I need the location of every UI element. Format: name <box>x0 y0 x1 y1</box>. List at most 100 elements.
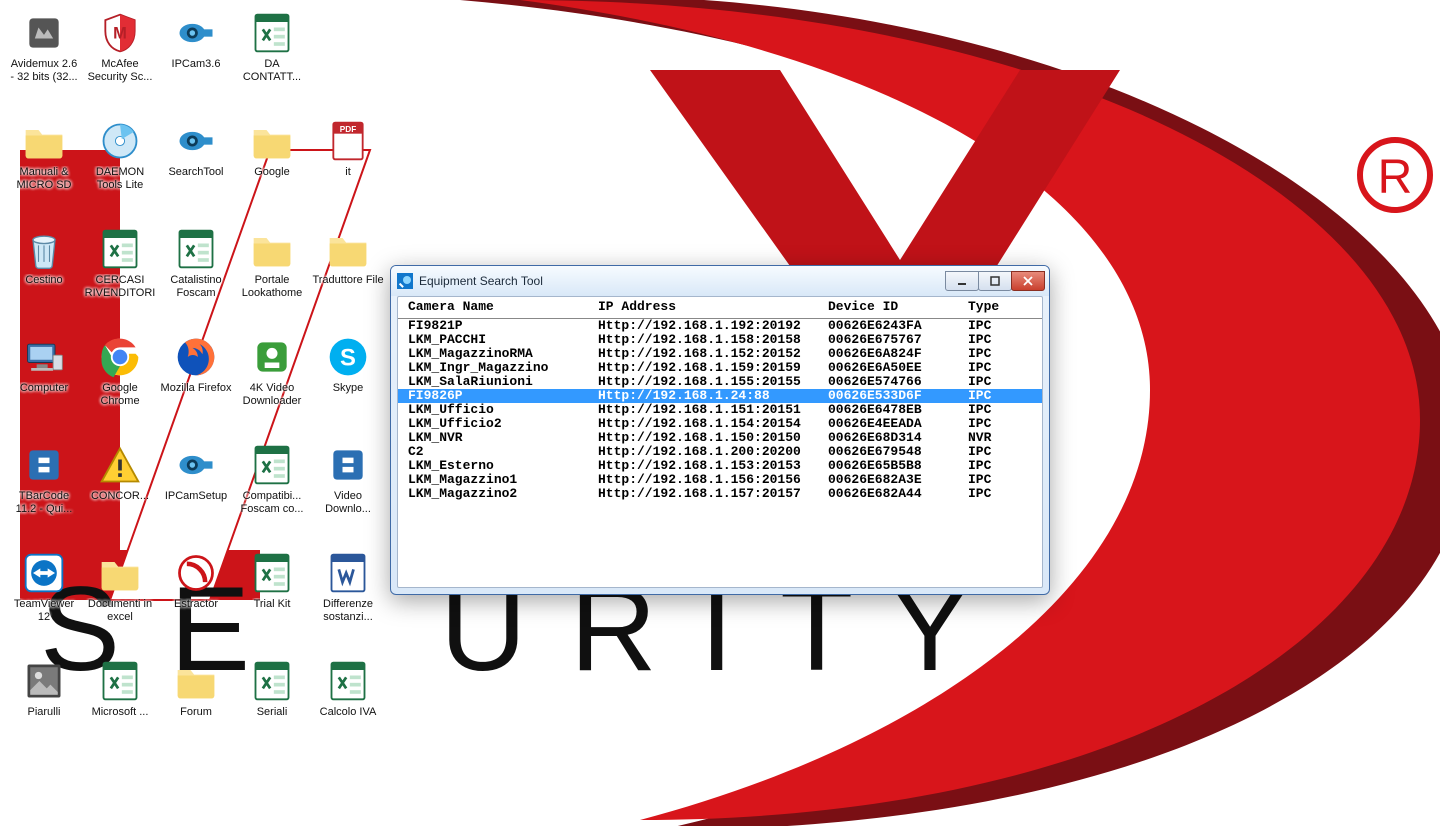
table-row[interactable]: C2Http://192.168.1.200:2020000626E679548… <box>398 445 1042 459</box>
daemon-tools-icon[interactable]: DAEMON Tools Lite <box>82 118 158 218</box>
documenti-excel-icon[interactable]: Documenti in excel <box>82 550 158 650</box>
forum-icon[interactable]: Forum <box>158 658 234 758</box>
cell-camera-name: LKM_PACCHI <box>398 333 588 347</box>
piarulli-icon-label: Piarulli <box>25 706 62 719</box>
table-row[interactable]: LKM_EsternoHttp://192.168.1.153:20153006… <box>398 459 1042 473</box>
differenze-icon[interactable]: Differenze sostanzi... <box>310 550 386 650</box>
col-camera-name[interactable]: Camera Name <box>398 297 588 319</box>
google-folder-icon-glyph <box>249 118 295 164</box>
google-folder-icon-label: Google <box>252 166 291 179</box>
close-button[interactable] <box>1011 271 1045 291</box>
piarulli-icon[interactable]: Piarulli <box>6 658 82 758</box>
cell-camera-name: C2 <box>398 445 588 459</box>
cell-device-id: 00626E574766 <box>818 375 958 389</box>
cell-camera-name: LKM_Ingr_Magazzino <box>398 361 588 375</box>
cell-camera-name: LKM_Magazzino2 <box>398 487 588 501</box>
cell-camera-name: FI9821P <box>398 319 588 334</box>
cell-ip-address: Http://192.168.1.192:20192 <box>588 319 818 334</box>
table-row[interactable]: LKM_Ingr_MagazzinoHttp://192.168.1.159:2… <box>398 361 1042 375</box>
video-downlo-icon-glyph <box>325 442 371 488</box>
chrome-icon[interactable]: Google Chrome <box>82 334 158 434</box>
maximize-button[interactable] <box>978 271 1012 291</box>
cell-device-id: 00626E679548 <box>818 445 958 459</box>
cell-type: IPC <box>958 473 1042 487</box>
cell-ip-address: Http://192.168.1.158:20158 <box>588 333 818 347</box>
computer-icon[interactable]: Computer <box>6 334 82 434</box>
chrome-icon-label: Google Chrome <box>82 382 158 408</box>
mcafee-icon-glyph <box>97 10 143 56</box>
avidemux-icon-glyph <box>21 10 67 56</box>
ipcam36-icon[interactable]: IPCam3.6 <box>158 10 234 110</box>
microsoft-icon[interactable]: Microsoft ... <box>82 658 158 758</box>
col-device-id[interactable]: Device ID <box>818 297 958 319</box>
catalistino-icon[interactable]: Catalistino Foscam <box>158 226 234 326</box>
table-row[interactable]: LKM_MagazzinoRMAHttp://192.168.1.152:201… <box>398 347 1042 361</box>
cell-camera-name: LKM_Esterno <box>398 459 588 473</box>
col-type[interactable]: Type <box>958 297 1042 319</box>
table-row[interactable]: LKM_Magazzino2Http://192.168.1.157:20157… <box>398 487 1042 501</box>
table-row[interactable]: FI9826PHttp://192.168.1.24:8800626E533D6… <box>398 389 1042 403</box>
equipment-search-tool-window[interactable]: Equipment Search Tool Camera Name IP Add… <box>390 265 1050 595</box>
tbarcode-icon-label: TBarCode 11.2 - Qui... <box>6 490 82 516</box>
avidemux-icon[interactable]: Avidemux 2.6 - 32 bits (32... <box>6 10 82 110</box>
da-contatt-icon-label: DA CONTATT... <box>234 58 310 84</box>
estractor-icon[interactable]: Estractor <box>158 550 234 650</box>
4kvideo-icon[interactable]: 4K Video Downloader <box>234 334 310 434</box>
camera-table[interactable]: Camera Name IP Address Device ID Type FI… <box>398 297 1042 501</box>
catalistino-icon-glyph <box>173 226 219 272</box>
tbarcode-icon[interactable]: TBarCode 11.2 - Qui... <box>6 442 82 542</box>
compatibi-icon-label: Compatibi... Foscam co... <box>234 490 310 516</box>
concor-icon[interactable]: CONCOR... <box>82 442 158 542</box>
table-row[interactable]: LKM_NVRHttp://192.168.1.150:2015000626E6… <box>398 431 1042 445</box>
ipcam36-icon-label: IPCam3.6 <box>170 58 223 71</box>
table-row[interactable]: LKM_Magazzino1Http://192.168.1.156:20156… <box>398 473 1042 487</box>
cestino-icon[interactable]: Cestino <box>6 226 82 326</box>
compatibi-icon[interactable]: Compatibi... Foscam co... <box>234 442 310 542</box>
cercasi-riv-icon-glyph <box>97 226 143 272</box>
seriali-icon[interactable]: Seriali <box>234 658 310 758</box>
table-row[interactable]: FI9821PHttp://192.168.1.192:2019200626E6… <box>398 319 1042 334</box>
table-row[interactable]: LKM_PACCHIHttp://192.168.1.158:201580062… <box>398 333 1042 347</box>
video-downlo-icon[interactable]: Video Downlo... <box>310 442 386 542</box>
seriali-icon-label: Seriali <box>255 706 290 719</box>
cell-device-id: 00626E533D6F <box>818 389 958 403</box>
concor-icon-glyph <box>97 442 143 488</box>
cell-type: IPC <box>958 445 1042 459</box>
mcafee-icon[interactable]: McAfee Security Sc... <box>82 10 158 110</box>
computer-icon-label: Computer <box>18 382 70 395</box>
minimize-button[interactable] <box>945 271 979 291</box>
titlebar[interactable]: Equipment Search Tool <box>391 266 1049 296</box>
cell-ip-address: Http://192.168.1.155:20155 <box>588 375 818 389</box>
piarulli-icon-glyph <box>21 658 67 704</box>
da-contatt-icon[interactable]: DA CONTATT... <box>234 10 310 110</box>
tbarcode-icon-glyph <box>21 442 67 488</box>
documenti-excel-icon-glyph <box>97 550 143 596</box>
table-row[interactable]: LKM_SalaRiunioniHttp://192.168.1.155:201… <box>398 375 1042 389</box>
calcolo-iva-icon[interactable]: Calcolo IVA <box>310 658 386 758</box>
google-folder-icon[interactable]: Google <box>234 118 310 218</box>
cercasi-riv-icon[interactable]: CERCASI RIVENDITORI <box>82 226 158 326</box>
differenze-icon-label: Differenze sostanzi... <box>310 598 386 624</box>
ipcamsetup-icon[interactable]: IPCamSetup <box>158 442 234 542</box>
cell-ip-address: Http://192.168.1.151:20151 <box>588 403 818 417</box>
app-icon <box>397 273 413 289</box>
differenze-icon-glyph <box>325 550 371 596</box>
table-row[interactable]: LKM_UfficioHttp://192.168.1.151:20151006… <box>398 403 1042 417</box>
daemon-tools-icon-glyph <box>97 118 143 164</box>
firefox-icon[interactable]: Mozilla Firefox <box>158 334 234 434</box>
cell-ip-address: Http://192.168.1.152:20152 <box>588 347 818 361</box>
portale-look-icon[interactable]: Portale Lookathome <box>234 226 310 326</box>
trial-kit-icon-label: Trial Kit <box>252 598 293 611</box>
manuali-sd-icon[interactable]: Manuali & MICRO SD <box>6 118 82 218</box>
skype-icon[interactable]: Skype <box>310 334 386 434</box>
table-row[interactable]: LKM_Ufficio2Http://192.168.1.154:2015400… <box>398 417 1042 431</box>
seriali-icon-glyph <box>249 658 295 704</box>
trial-kit-icon[interactable]: Trial Kit <box>234 550 310 650</box>
col-ip-address[interactable]: IP Address <box>588 297 818 319</box>
teamviewer-icon[interactable]: TeamViewer 12 <box>6 550 82 650</box>
ipcam36-icon-glyph <box>173 10 219 56</box>
search-tool-icon[interactable]: SearchTool <box>158 118 234 218</box>
concor-icon-label: CONCOR... <box>89 490 151 503</box>
traduttore-file-icon[interactable]: Traduttore File <box>310 226 386 326</box>
it-icon[interactable]: it <box>310 118 386 218</box>
